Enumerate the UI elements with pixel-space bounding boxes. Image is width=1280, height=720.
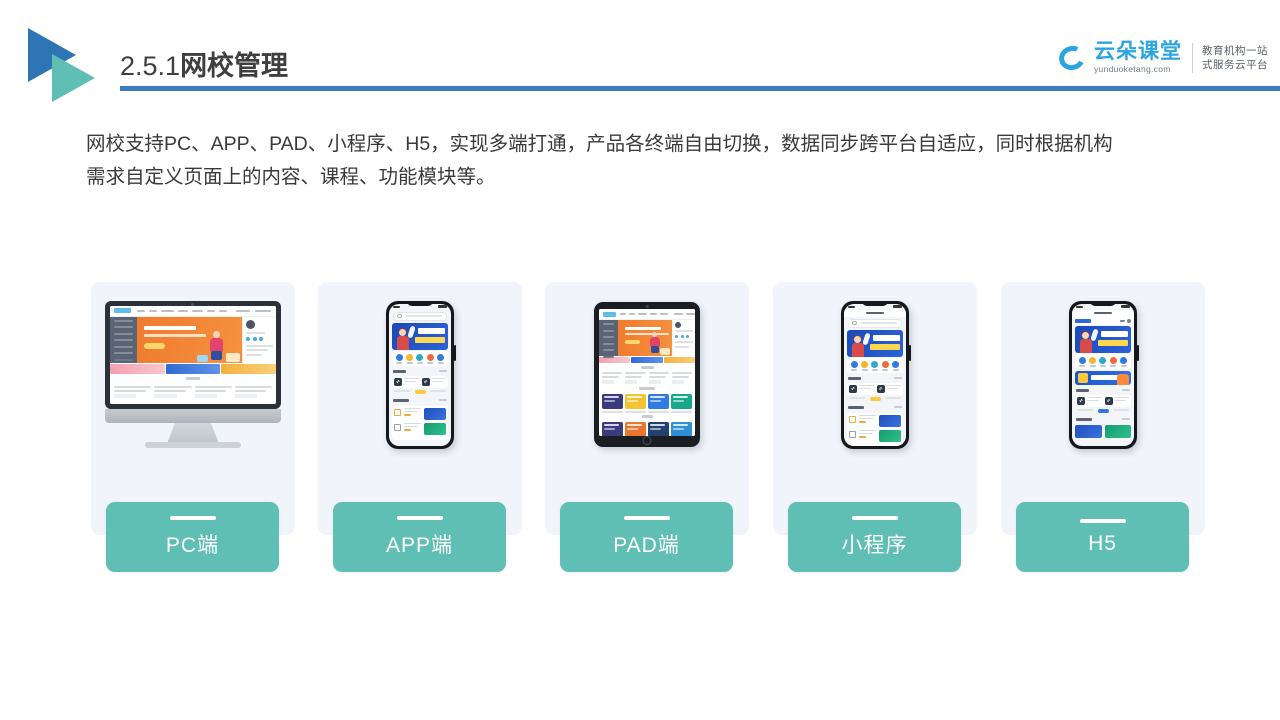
- device-illustration-h5: [1001, 282, 1205, 467]
- label-accent-bar: [623, 515, 670, 520]
- device-illustration-desktop: [91, 282, 295, 467]
- platform-label-text: PAD端: [613, 533, 680, 557]
- platform-label-text: 小程序: [841, 533, 908, 557]
- smartphone-icon: [1069, 300, 1139, 449]
- brand-url: yunduoketang.com: [1094, 64, 1171, 74]
- cloud-icon: [1055, 42, 1093, 74]
- page-title-number: 2.5.1: [120, 51, 181, 81]
- page-title-text: 网校管理: [180, 51, 289, 81]
- platform-label-text: PC端: [165, 533, 220, 557]
- slide-header: 2.5.1网校管理 云朵课堂 yunduoketang.com 教育机构一站 式…: [0, 0, 1280, 110]
- label-accent-bar: [169, 515, 216, 520]
- platform-card-miniapp[interactable]: [773, 282, 977, 535]
- tablet-icon: [594, 302, 700, 447]
- description-line-2: 需求自定义页面上的内容、课程、功能模块等。: [86, 166, 496, 188]
- platform-label-pc[interactable]: PC端: [106, 502, 279, 572]
- platform-label-text: APP端: [385, 533, 454, 557]
- desktop-monitor-icon: [105, 300, 281, 449]
- label-accent-bar: [1079, 518, 1126, 523]
- brand-tagline: 教育机构一站 式服务云平台: [1202, 44, 1268, 72]
- device-illustration-app: [318, 282, 522, 467]
- smartphone-icon: [841, 300, 911, 449]
- platform-label-pad[interactable]: PAD端: [560, 502, 733, 572]
- brand-tagline-line1: 教育机构一站: [1202, 45, 1268, 57]
- device-illustration-miniapp: [773, 282, 977, 467]
- smartphone-icon: [386, 300, 456, 449]
- label-accent-bar: [396, 515, 443, 520]
- brand-tagline-line2: 式服务云平台: [1202, 59, 1268, 71]
- platform-label-text: H5: [1088, 531, 1117, 555]
- brand-divider: [1192, 43, 1193, 73]
- triangle-teal-icon: [52, 54, 95, 102]
- title-underline: [120, 86, 1280, 91]
- page-title: 2.5.1网校管理: [120, 44, 288, 83]
- description-line-1: 网校支持PC、APP、PAD、小程序、H5，实现多端打通，产品各终端自由切换，数…: [86, 133, 1113, 155]
- platform-card-pad[interactable]: [545, 282, 749, 535]
- platform-card-pc[interactable]: [91, 282, 295, 535]
- device-illustration-tablet: [545, 282, 749, 467]
- label-accent-bar: [851, 515, 898, 520]
- platform-label-miniapp[interactable]: 小程序: [788, 502, 961, 572]
- brand-logo: 云朵课堂 yunduoketang.com 教育机构一站 式服务云平台: [1055, 36, 1268, 80]
- brand-name: 云朵课堂: [1094, 40, 1182, 63]
- brand-text-block: 云朵课堂 yunduoketang.com: [1094, 41, 1182, 75]
- platform-label-app[interactable]: APP端: [333, 502, 506, 572]
- platform-cards-row: PC端 APP端 PAD端 小程序 H5: [91, 282, 1205, 574]
- platform-label-h5[interactable]: H5: [1016, 502, 1189, 572]
- platform-card-h5[interactable]: [1001, 282, 1205, 535]
- description-paragraph: 网校支持PC、APP、PAD、小程序、H5，实现多端打通，产品各终端自由切换，数…: [86, 128, 1206, 194]
- platform-card-app[interactable]: [318, 282, 522, 535]
- double-triangle-logo: [28, 28, 106, 102]
